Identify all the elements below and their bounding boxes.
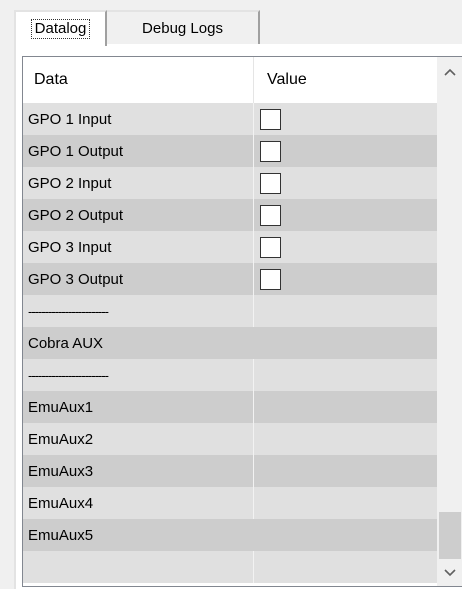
data-cell: EmuAux3 bbox=[23, 455, 254, 487]
value-cell bbox=[254, 199, 438, 231]
datalog-panel: Data Value GPO 1 Input GPO 1 Output GPO 2 … bbox=[14, 46, 462, 589]
grid-rows: GPO 1 Input GPO 1 Output GPO 2 Input GPO 2 … bbox=[23, 103, 438, 583]
value-cell bbox=[254, 263, 438, 295]
table-row[interactable]: GPO 1 Input bbox=[23, 103, 438, 135]
data-cell: GPO 1 Input bbox=[23, 103, 254, 135]
data-cell: EmuAux5 bbox=[28, 526, 94, 544]
data-cell bbox=[23, 551, 254, 583]
scroll-down-button[interactable] bbox=[437, 560, 462, 586]
data-cell: GPO 3 Input bbox=[23, 231, 254, 263]
grid-header: Data Value bbox=[23, 57, 438, 103]
value-cell bbox=[254, 295, 438, 327]
vertical-scrollbar[interactable] bbox=[437, 57, 462, 586]
table-row[interactable]: GPO 3 Output bbox=[23, 263, 438, 295]
table-row[interactable]: Cobra AUX bbox=[23, 327, 438, 359]
datalog-grid: Data Value GPO 1 Input GPO 1 Output GPO 2 … bbox=[22, 56, 462, 587]
table-row[interactable]: GPO 2 Output bbox=[23, 199, 438, 231]
table-row[interactable]: GPO 3 Input bbox=[23, 231, 438, 263]
separator-cell: ------------------------ bbox=[23, 295, 254, 327]
table-row[interactable]: EmuAux5 bbox=[23, 519, 438, 551]
scroll-thumb[interactable] bbox=[439, 512, 461, 559]
table-row[interactable]: GPO 1 Output bbox=[23, 135, 438, 167]
value-checkbox[interactable] bbox=[260, 236, 281, 258]
value-checkbox[interactable] bbox=[260, 108, 281, 130]
value-cell bbox=[254, 487, 438, 519]
tab-strip: Datalog Debug Logs bbox=[0, 0, 462, 46]
data-cell: GPO 1 Output bbox=[23, 135, 254, 167]
data-cell: GPO 2 Input bbox=[23, 167, 254, 199]
value-checkbox[interactable] bbox=[260, 268, 281, 290]
tab-debug-logs-label: Debug Logs bbox=[142, 19, 223, 37]
value-cell bbox=[254, 103, 438, 135]
table-row[interactable]: EmuAux1 bbox=[23, 391, 438, 423]
table-row[interactable]: GPO 2 Input bbox=[23, 167, 438, 199]
value-cell bbox=[254, 359, 438, 391]
value-cell bbox=[254, 455, 438, 487]
tab-datalog-label: Datalog bbox=[30, 19, 91, 39]
table-row[interactable]: ------------------------ bbox=[23, 295, 438, 327]
separator-cell: ------------------------ bbox=[23, 359, 254, 391]
value-checkbox[interactable] bbox=[260, 172, 281, 194]
table-row[interactable]: EmuAux4 bbox=[23, 487, 438, 519]
value-checkbox[interactable] bbox=[260, 140, 281, 162]
data-cell: GPO 2 Output bbox=[23, 199, 254, 231]
data-cell: Cobra AUX bbox=[28, 334, 104, 352]
data-cell: EmuAux2 bbox=[23, 423, 254, 455]
value-cell bbox=[254, 135, 438, 167]
chevron-up-icon bbox=[444, 68, 456, 76]
table-row[interactable] bbox=[23, 551, 438, 583]
scroll-up-button[interactable] bbox=[437, 59, 462, 85]
value-checkbox[interactable] bbox=[260, 204, 281, 226]
column-header-data[interactable]: Data bbox=[23, 57, 254, 103]
value-cell bbox=[254, 167, 438, 199]
tab-debug-logs[interactable]: Debug Logs bbox=[107, 10, 260, 44]
data-cell: EmuAux4 bbox=[23, 487, 254, 519]
column-header-value[interactable]: Value bbox=[254, 57, 438, 103]
data-cell: EmuAux1 bbox=[23, 391, 254, 423]
table-row[interactable]: EmuAux3 bbox=[23, 455, 438, 487]
chevron-down-icon bbox=[444, 569, 456, 577]
data-cell: GPO 3 Output bbox=[23, 263, 254, 295]
value-cell bbox=[254, 423, 438, 455]
table-row[interactable]: EmuAux2 bbox=[23, 423, 438, 455]
table-row[interactable]: ------------------------ bbox=[23, 359, 438, 391]
value-cell bbox=[254, 551, 438, 583]
tab-datalog[interactable]: Datalog bbox=[14, 10, 107, 46]
value-cell bbox=[254, 391, 438, 423]
value-cell bbox=[254, 231, 438, 263]
